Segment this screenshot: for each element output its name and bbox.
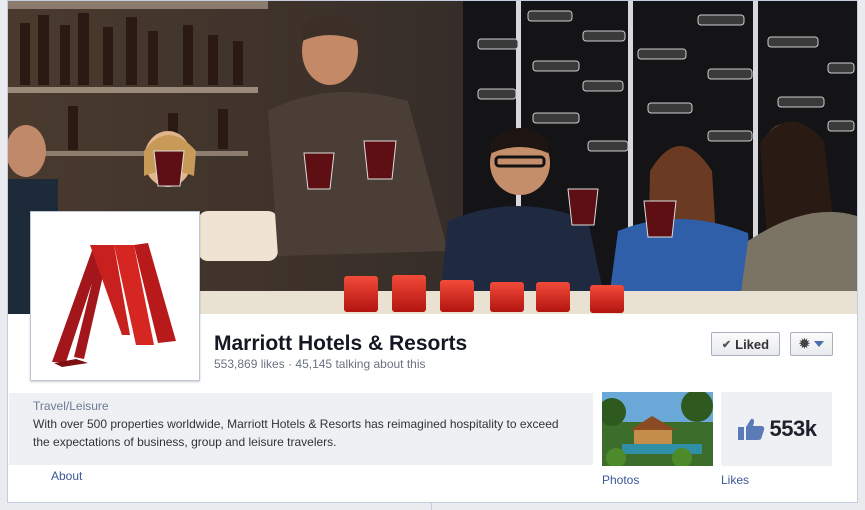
about-link[interactable]: About	[51, 469, 82, 483]
liked-button[interactable]: ✔ Liked	[711, 332, 780, 356]
about-section: Travel/Leisure With over 500 properties …	[9, 393, 593, 465]
column-divider	[431, 503, 432, 510]
caret-down-icon	[813, 341, 824, 347]
profile-picture[interactable]	[30, 211, 200, 381]
talking-stat: 45,145 talking about this	[295, 357, 426, 371]
settings-dropdown-button[interactable]: ✹	[790, 332, 833, 356]
marriott-logo	[36, 217, 194, 375]
page-category[interactable]: Travel/Leisure	[33, 399, 569, 414]
description-line: With over 500 properties worldwide, Marr…	[33, 417, 559, 431]
page-stats: 553,869 likes · 45,145 talking about thi…	[214, 357, 426, 371]
likes-link[interactable]: Likes	[721, 473, 749, 487]
description-line: the expectations of business, group and …	[33, 435, 337, 449]
likes-stat[interactable]: 553,869 likes	[214, 357, 285, 371]
page-title[interactable]: Marriott Hotels & Resorts	[214, 332, 467, 356]
thumbs-up-icon	[737, 418, 764, 440]
gear-icon: ✹	[799, 336, 810, 351]
check-icon: ✔	[721, 338, 732, 351]
photos-thumbnail[interactable]	[602, 392, 713, 466]
stat-separator: ·	[288, 357, 293, 371]
liked-label: Liked	[735, 336, 770, 352]
likes-count: 553k	[769, 416, 817, 441]
page-description: With over 500 properties worldwide, Marr…	[33, 415, 569, 451]
likes-tile[interactable]: 553k	[721, 392, 832, 466]
photos-link[interactable]: Photos	[602, 473, 639, 487]
